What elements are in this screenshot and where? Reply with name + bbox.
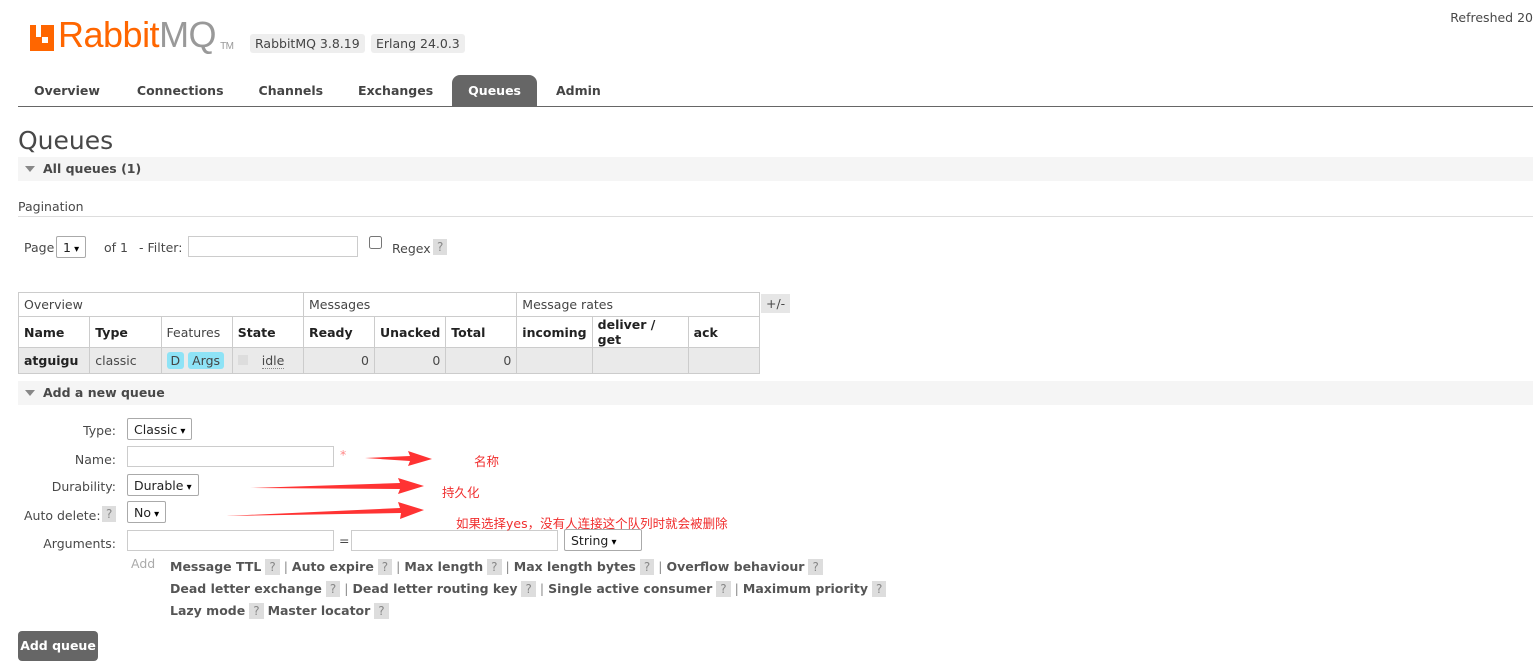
annotation-auto-delete: 如果选择yes，没有人连接这个队列时就会被删除 xyxy=(456,516,728,531)
annotation-durability: 持久化 xyxy=(442,485,480,500)
arrow-icon xyxy=(226,502,424,519)
arrow-icon xyxy=(365,451,432,466)
arrow-icon xyxy=(250,478,424,494)
annotation-name: 名称 xyxy=(474,454,500,469)
annotation-arrows xyxy=(226,451,432,519)
